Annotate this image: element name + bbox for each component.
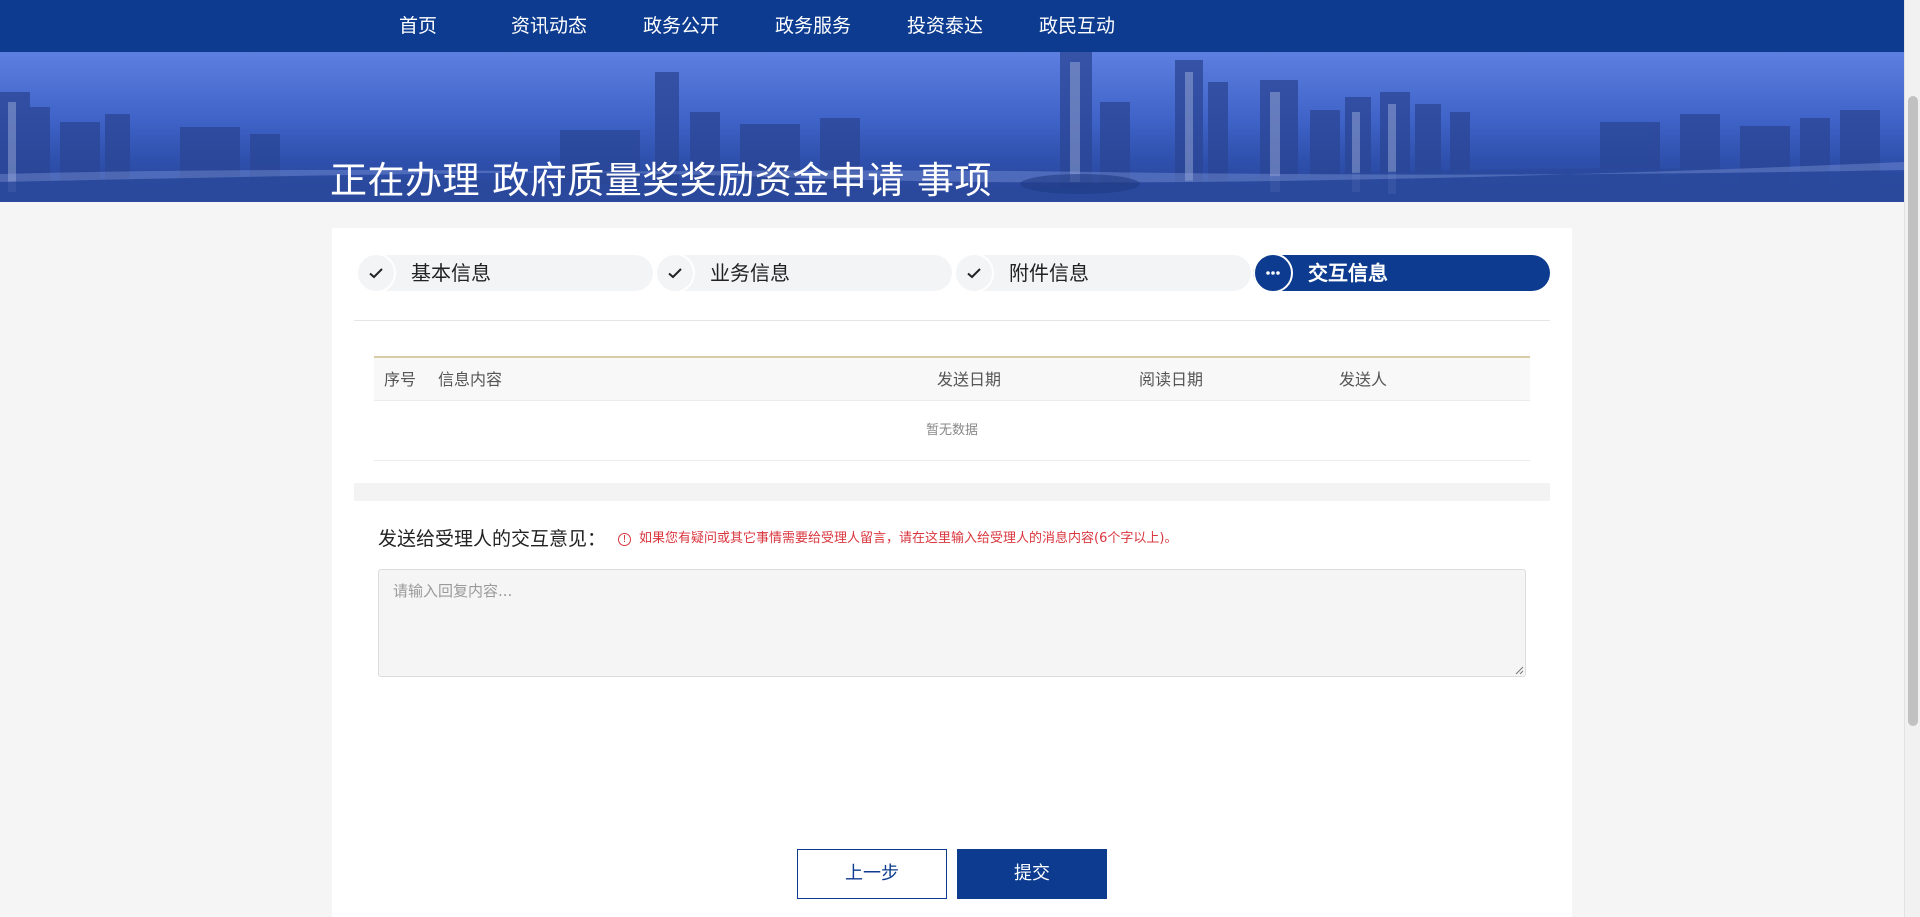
step-label: 业务信息 bbox=[710, 261, 790, 285]
step-circle bbox=[655, 253, 695, 293]
step-circle bbox=[1253, 253, 1293, 293]
message-label: 发送给受理人的交互意见： bbox=[378, 528, 607, 550]
step-label: 附件信息 bbox=[1009, 261, 1089, 285]
top-nav: 首页 资讯动态 政务公开 政务服务 投资泰达 政民互动 bbox=[0, 0, 1904, 52]
step-circle bbox=[356, 253, 396, 293]
step-circle bbox=[954, 253, 994, 293]
nav-item-news[interactable]: 资讯动态 bbox=[511, 0, 587, 52]
message-hint: ! 如果您有疑问或其它事情需要给受理人留言，请在这里输入给受理人的消息内容(6个字… bbox=[618, 527, 1177, 546]
step-label: 基本信息 bbox=[411, 261, 491, 285]
table-empty-text: 暂无数据 bbox=[374, 401, 1530, 461]
scrollbar-thumb[interactable] bbox=[1908, 96, 1918, 726]
previous-step-button[interactable]: 上一步 bbox=[797, 849, 947, 899]
column-header-content: 信息内容 bbox=[438, 370, 503, 389]
step-attachment-info[interactable]: 附件信息 bbox=[954, 253, 1251, 293]
nav-item-home[interactable]: 首页 bbox=[399, 0, 437, 52]
page-title: 正在办理 政府质量奖奖励资金申请 事项 bbox=[330, 159, 993, 202]
section-separator bbox=[354, 483, 1550, 501]
page-banner: 正在办理 政府质量奖奖励资金申请 事项 bbox=[0, 52, 1904, 202]
ellipsis-icon bbox=[1266, 271, 1280, 275]
column-header-read-date: 阅读日期 bbox=[1139, 370, 1204, 389]
table-header: 序号 信息内容 发送日期 阅读日期 发送人 bbox=[374, 356, 1530, 401]
check-icon bbox=[369, 268, 383, 279]
warning-circle-icon: ! bbox=[618, 533, 631, 546]
nav-item-invest[interactable]: 投资泰达 bbox=[907, 0, 983, 52]
nav-item-gov-affairs[interactable]: 政务公开 bbox=[643, 0, 719, 52]
step-business-info[interactable]: 业务信息 bbox=[655, 253, 952, 293]
divider bbox=[354, 320, 1550, 321]
column-header-index: 序号 bbox=[384, 370, 417, 389]
resize-grip-icon[interactable] bbox=[1514, 665, 1524, 675]
step-basic-info[interactable]: 基本信息 bbox=[356, 253, 653, 293]
submit-button[interactable]: 提交 bbox=[957, 849, 1107, 899]
vertical-scrollbar[interactable] bbox=[1904, 0, 1920, 917]
check-icon bbox=[668, 268, 682, 279]
message-hint-text: 如果您有疑问或其它事情需要给受理人留言，请在这里输入给受理人的消息内容(6个字以… bbox=[639, 531, 1178, 546]
column-header-sender: 发送人 bbox=[1339, 370, 1388, 389]
nav-item-interaction[interactable]: 政民互动 bbox=[1039, 0, 1115, 52]
column-header-send-date: 发送日期 bbox=[937, 370, 1002, 389]
check-icon bbox=[967, 268, 981, 279]
step-interaction-info[interactable]: 交互信息 bbox=[1253, 253, 1550, 293]
step-label: 交互信息 bbox=[1308, 261, 1388, 285]
nav-item-gov-services[interactable]: 政务服务 bbox=[775, 0, 851, 52]
reply-textarea[interactable] bbox=[378, 569, 1526, 677]
